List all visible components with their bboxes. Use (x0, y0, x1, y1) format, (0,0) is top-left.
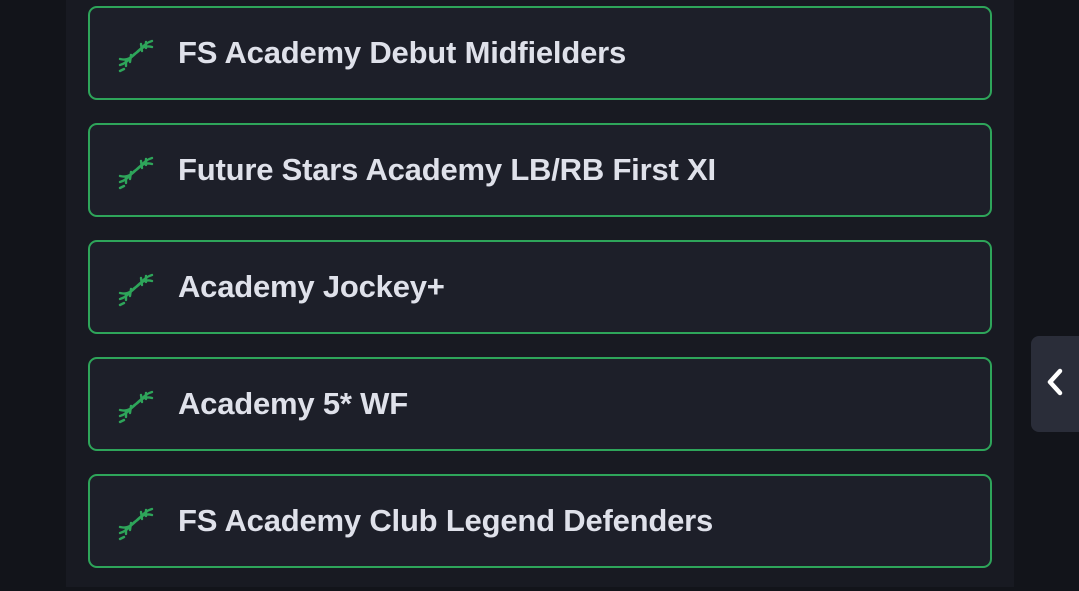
dna-icon (116, 267, 156, 307)
dna-icon (116, 501, 156, 541)
dna-icon (116, 150, 156, 190)
list-item-fs-academy-club-legend-defenders[interactable]: FS Academy Club Legend Defenders (88, 474, 992, 568)
list-item-label: Academy 5* WF (178, 386, 408, 421)
list-item-academy-5-star-wf[interactable]: Academy 5* WF (88, 357, 992, 451)
list-item-label: FS Academy Club Legend Defenders (178, 503, 714, 538)
list-item-academy-jockey-plus[interactable]: Academy Jockey+ (88, 240, 992, 334)
objective-list: FS Academy Debut Midfielders Future Star… (88, 6, 992, 591)
collapse-sidebar-button[interactable] (1031, 336, 1079, 432)
dna-icon (116, 384, 156, 424)
list-item-label: Future Stars Academy LB/RB First XI (178, 152, 716, 187)
list-item-fs-academy-debut-midfielders[interactable]: FS Academy Debut Midfielders (88, 6, 992, 100)
chevron-left-icon (1045, 367, 1065, 402)
list-item-label: Academy Jockey+ (178, 269, 445, 304)
list-item-future-stars-academy-lb-rb-first-xi[interactable]: Future Stars Academy LB/RB First XI (88, 123, 992, 217)
list-item-label: FS Academy Debut Midfielders (178, 35, 627, 70)
dna-icon (116, 33, 156, 73)
